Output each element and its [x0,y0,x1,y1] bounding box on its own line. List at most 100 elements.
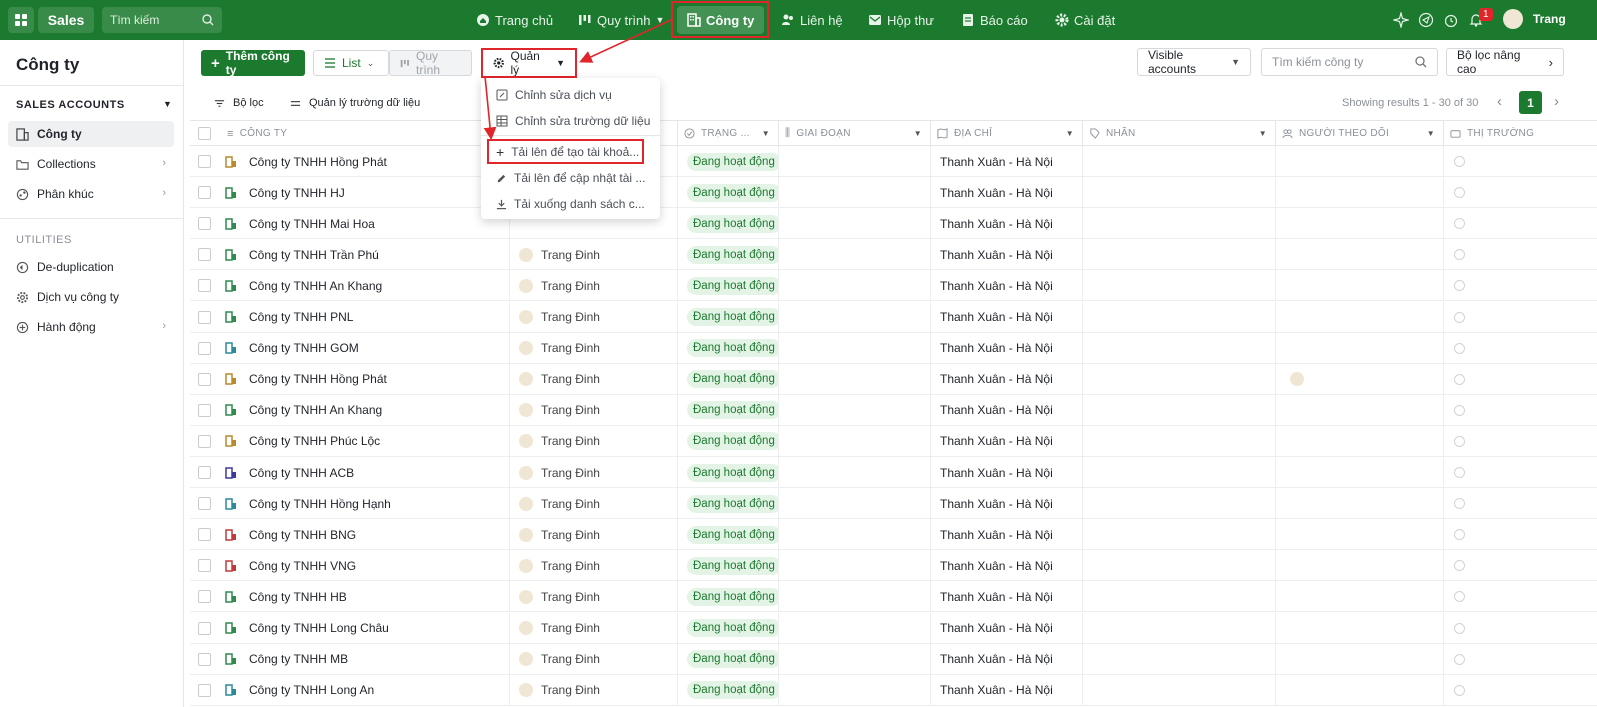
menu-item-download-list[interactable]: Tải xuống danh sách c... [481,191,660,217]
row-checkbox[interactable] [198,497,211,511]
company-name[interactable]: Công ty TNHH MB [249,652,348,666]
nav-inbox[interactable]: Hộp thư [868,0,934,40]
row-checkbox[interactable] [198,217,211,231]
company-cell[interactable]: Công ty TNHH HJ [190,177,510,209]
row-checkbox[interactable] [198,186,211,200]
sparkle-icon[interactable] [1393,12,1409,28]
table-row[interactable]: Công ty TNHH Long An Trang Đinh Đang hoạ… [190,674,1597,706]
table-row[interactable]: Công ty TNHH Trần Phú Trang Đinh Đang ho… [190,239,1597,271]
user-name[interactable]: Trang [1533,12,1566,26]
table-row[interactable]: Công ty TNHH BNG Trang Đinh Đang hoạt độ… [190,519,1597,551]
column-header-stage[interactable]: ⫼ GIAI ĐOẠN ▼ [779,121,931,146]
company-cell[interactable]: Công ty TNHH An Khang [190,270,510,302]
company-cell[interactable]: Công ty TNHH Hồng Phát [190,146,510,177]
table-row[interactable]: Công ty TNHH Hồng Phát Trang Đinh Đang h… [190,363,1597,395]
company-cell[interactable]: Công ty TNHH Phúc Lộc [190,425,510,457]
company-search-input[interactable]: Tìm kiếm công ty [1261,48,1438,76]
row-checkbox[interactable] [198,341,211,355]
column-header-company[interactable]: ≡ CÔNG TY [190,121,510,146]
company-name[interactable]: Công ty TNHH Long An [249,683,374,697]
nav-reports[interactable]: Báo cáo [961,0,1028,40]
column-header-followers[interactable]: NGƯỜI THEO DÕI ▼ [1276,121,1444,146]
row-checkbox[interactable] [198,310,211,324]
company-name[interactable]: Công ty TNHH An Khang [249,279,382,293]
sidebar-item-actions[interactable]: Hành động › [8,314,174,340]
caret-down-icon[interactable]: ▼ [163,99,172,109]
sidebar-item-company-services[interactable]: Dịch vụ công ty [8,284,174,310]
table-row[interactable]: Công ty TNHH Long Châu Trang Đinh Đang h… [190,612,1597,644]
company-name[interactable]: Công ty TNHH An Khang [249,403,382,417]
company-name[interactable]: Công ty TNHH Long Châu [249,621,389,635]
nav-process[interactable]: Quy trình ▼ [578,0,664,40]
column-header-status[interactable]: TRẠNG ... ▼ [678,121,779,146]
company-name[interactable]: Công ty TNHH Hồng Phát [249,155,387,169]
row-checkbox[interactable] [198,528,211,542]
view-process-button[interactable]: Quy trình [389,49,472,77]
section-sales-accounts[interactable]: SALES ACCOUNTS [16,99,125,111]
company-cell[interactable]: Công ty TNHH Hồng Phát [190,363,510,395]
company-name[interactable]: Công ty TNHH PNL [249,310,353,324]
table-row[interactable]: Công ty TNHH ACB Trang Đinh Đang hoạt độ… [190,457,1597,488]
company-cell[interactable]: Công ty TNHH BNG [190,519,510,551]
row-checkbox[interactable] [198,434,211,448]
send-icon[interactable] [1418,12,1434,28]
table-row[interactable]: Công ty TNHH Phúc Lộc Trang Đinh Đang ho… [190,425,1597,457]
global-search-input[interactable]: Tìm kiếm [102,7,222,33]
alarm-clock-icon[interactable] [1443,12,1459,28]
row-checkbox[interactable] [198,403,211,417]
table-row[interactable]: Công ty TNHH Hồng Phát Đang hoạt động Th… [190,146,1597,177]
manage-fields-button[interactable]: Quản lý trường dữ liệu [290,97,420,109]
table-row[interactable]: Công ty TNHH PNL Trang Đinh Đang hoạt độ… [190,301,1597,333]
column-header-market[interactable]: THỊ TRƯỜNG [1444,121,1597,146]
avatar[interactable] [1503,9,1523,29]
nav-settings[interactable]: Cài đặt [1055,0,1115,40]
company-cell[interactable]: Công ty TNHH ACB [190,457,510,488]
row-checkbox[interactable] [198,621,211,635]
apps-grid-icon[interactable] [8,7,34,33]
sidebar-item-segments[interactable]: Phân khúc › [8,181,174,207]
company-name[interactable]: Công ty TNHH GOM [249,341,359,355]
company-cell[interactable]: Công ty TNHH Trần Phú [190,239,510,271]
table-row[interactable]: Công ty TNHH HJ Đang hoạt động Thanh Xuâ… [190,177,1597,209]
table-row[interactable]: Công ty TNHH Mai Hoa Đang hoạt động Than… [190,208,1597,240]
row-checkbox[interactable] [198,155,211,168]
sidebar-item-company[interactable]: Công ty [8,121,174,147]
company-name[interactable]: Công ty TNHH Hồng Phát [249,372,387,386]
company-cell[interactable]: Công ty TNHH Long Châu [190,612,510,644]
page-number-button[interactable]: 1 [1519,91,1542,114]
advanced-filter-button[interactable]: Bộ lọc nâng cao › [1446,48,1564,76]
table-row[interactable]: Công ty TNHH Hồng Hạnh Trang Đinh Đang h… [190,488,1597,520]
company-cell[interactable]: Công ty TNHH MB [190,643,510,675]
column-header-tags[interactable]: NHÃN ▼ [1083,121,1276,146]
company-cell[interactable]: Công ty TNHH Long An [190,674,510,706]
company-name[interactable]: Công ty TNHH Phúc Lộc [249,434,380,448]
company-cell[interactable]: Công ty TNHH GOM [190,332,510,364]
company-name[interactable]: Công ty TNHH HJ [249,186,345,200]
row-checkbox[interactable] [198,466,211,479]
company-name[interactable]: Công ty TNHH VNG [249,559,356,573]
company-cell[interactable]: Công ty TNHH Mai Hoa [190,208,510,240]
menu-item-edit-services[interactable]: Chỉnh sửa dịch vụ [481,82,660,108]
company-name[interactable]: Công ty TNHH HB [249,590,347,604]
nav-contacts[interactable]: Liên hệ [781,0,843,40]
sidebar-item-collections[interactable]: Collections › [8,151,174,177]
row-checkbox[interactable] [198,248,211,262]
sidebar-item-dedup[interactable]: De-duplication [8,254,174,280]
table-row[interactable]: Công ty TNHH An Khang Trang Đinh Đang ho… [190,394,1597,426]
row-checkbox[interactable] [198,559,211,573]
company-cell[interactable]: Công ty TNHH PNL [190,301,510,333]
table-row[interactable]: Công ty TNHH An Khang Trang Đinh Đang ho… [190,270,1597,302]
column-header-address[interactable]: ĐỊA CHỈ ▼ [931,121,1083,146]
row-checkbox[interactable] [198,683,211,697]
add-company-button[interactable]: + Thêm công ty [201,49,305,77]
visible-accounts-select[interactable]: Visible accounts ▼ [1137,48,1251,76]
nav-home[interactable]: Trang chủ [476,0,553,40]
select-all-checkbox[interactable] [198,127,211,140]
table-row[interactable]: Công ty TNHH VNG Trang Đinh Đang hoạt độ… [190,550,1597,582]
company-cell[interactable]: Công ty TNHH HB [190,581,510,613]
table-row[interactable]: Công ty TNHH MB Trang Đinh Đang hoạt độn… [190,643,1597,675]
company-name[interactable]: Công ty TNHH Hồng Hạnh [249,497,391,511]
menu-item-upload-update[interactable]: Tải lên để cập nhật tài ... [481,165,660,191]
app-switcher[interactable]: Sales [38,7,94,33]
row-checkbox[interactable] [198,652,211,666]
